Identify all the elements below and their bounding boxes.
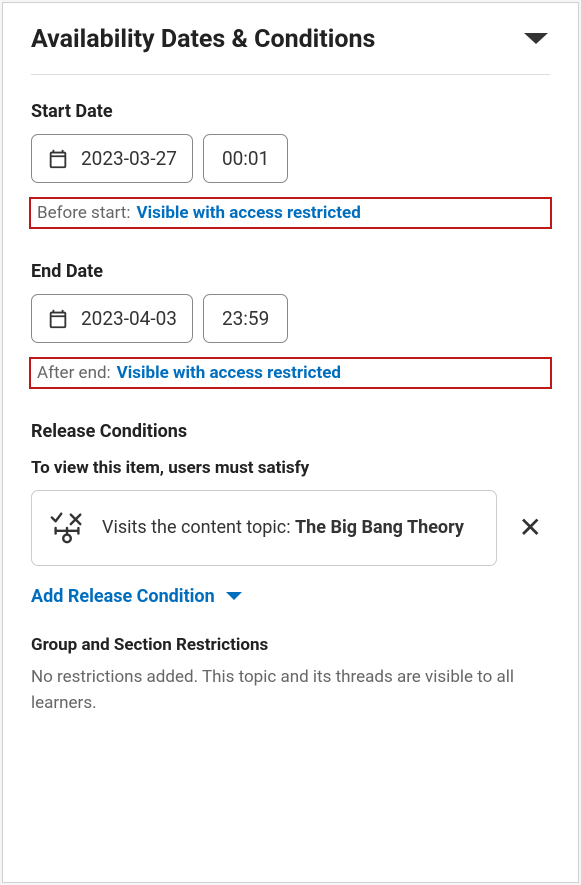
group-restrictions-label: Group and Section Restrictions — [31, 635, 550, 655]
release-condition-row: Visits the content topic: The Big Bang T… — [31, 490, 550, 566]
add-release-condition-row[interactable]: Add Release Condition — [31, 586, 550, 607]
add-release-condition-link: Add Release Condition — [31, 586, 215, 607]
start-date-value: 2023-03-27 — [81, 147, 177, 170]
end-time-value: 23:59 — [222, 307, 269, 330]
start-date-row: 2023-03-27 00:01 — [31, 134, 550, 183]
after-end-status: After end: Visible with access restricte… — [31, 359, 550, 387]
group-restrictions-text: No restrictions added. This topic and it… — [31, 665, 550, 716]
start-time-input[interactable]: 00:01 — [203, 134, 288, 183]
chevron-down-icon — [225, 587, 243, 606]
release-condition-text: Visits the content topic: The Big Bang T… — [102, 515, 464, 541]
start-date-input[interactable]: 2023-03-27 — [31, 134, 193, 183]
before-start-link[interactable]: Visible with access restricted — [136, 203, 360, 223]
availability-panel: Availability Dates & Conditions Start Da… — [2, 2, 579, 883]
end-date-label: End Date — [31, 261, 550, 282]
release-condition-card: Visits the content topic: The Big Bang T… — [31, 490, 497, 566]
condition-topic: The Big Bang Theory — [295, 517, 464, 538]
calendar-icon — [47, 308, 69, 330]
release-condition-icon — [48, 507, 86, 549]
panel-header: Availability Dates & Conditions — [31, 25, 550, 54]
close-icon: ✕ — [519, 511, 542, 544]
release-conditions-label: Release Conditions — [31, 421, 550, 442]
after-end-prefix: After end: — [37, 363, 111, 383]
chevron-down-icon — [522, 29, 550, 47]
end-date-input[interactable]: 2023-04-03 — [31, 294, 193, 343]
calendar-icon — [47, 148, 69, 170]
divider — [31, 74, 550, 75]
start-date-label: Start Date — [31, 101, 550, 122]
must-satisfy-text: To view this item, users must satisfy — [31, 458, 550, 478]
after-end-link[interactable]: Visible with access restricted — [117, 363, 341, 383]
remove-condition-button[interactable]: ✕ — [511, 506, 550, 550]
end-date-value: 2023-04-03 — [81, 307, 177, 330]
end-time-input[interactable]: 23:59 — [203, 294, 288, 343]
condition-prefix: Visits the content topic: — [102, 517, 295, 538]
panel-title: Availability Dates & Conditions — [31, 25, 375, 54]
end-date-row: 2023-04-03 23:59 — [31, 294, 550, 343]
before-start-status: Before start: Visible with access restri… — [31, 199, 550, 227]
collapse-toggle[interactable] — [522, 29, 550, 51]
start-time-value: 00:01 — [222, 147, 269, 170]
before-start-prefix: Before start: — [37, 203, 130, 223]
